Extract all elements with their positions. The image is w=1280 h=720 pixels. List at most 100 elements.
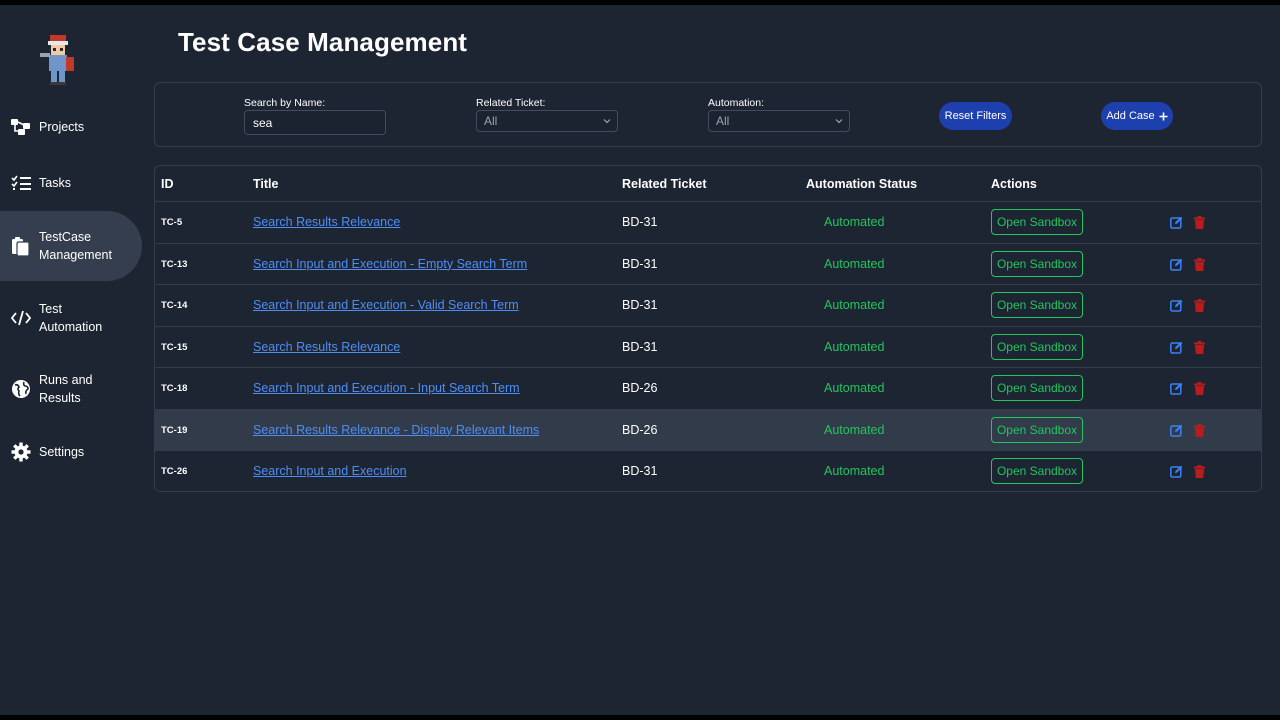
test-case-title-link[interactable]: Search Input and Execution - Valid Searc… <box>253 298 519 312</box>
automation-status: Automated <box>824 298 885 312</box>
column-header-related-ticket: Related Ticket <box>622 177 707 191</box>
code-icon <box>10 307 32 329</box>
add-case-button[interactable]: Add Case <box>1101 102 1173 130</box>
automation-label: Automation: <box>708 97 765 109</box>
open-sandbox-label: Open Sandbox <box>996 422 1078 437</box>
trash-icon[interactable] <box>1194 340 1205 354</box>
test-case-id: TC-18 <box>161 383 188 394</box>
test-case-id: TC-13 <box>161 258 188 270</box>
open-sandbox-label: Open Sandbox <box>996 339 1078 354</box>
test-case-id: TC-26 <box>161 466 188 477</box>
related-ticket: BD-31 <box>622 256 658 271</box>
trash-icon[interactable] <box>1194 382 1205 395</box>
table-row: TC-5 Search Results Relevance BD-31 Automat… <box>155 202 1261 244</box>
related-ticket-value: All <box>484 114 498 128</box>
table-row: TC-15 Search Results Relevance BD-31 Automa… <box>155 327 1261 368</box>
table-row: TC-14 Search Input and Execution - Valid … <box>155 285 1261 327</box>
test-case-title-link[interactable]: Search Results Relevance <box>253 340 400 354</box>
trash-icon[interactable] <box>1194 465 1205 478</box>
sidebar-item-tasks[interactable]: Tasks <box>0 170 142 196</box>
open-sandbox-label: Open Sandbox <box>996 256 1078 271</box>
sidebar-item-label: Settings <box>39 445 85 459</box>
table-header: ID Title Related Ticket Automation Statu… <box>155 166 1261 202</box>
trash-icon[interactable] <box>1194 423 1205 437</box>
edit-icon[interactable] <box>1170 424 1183 437</box>
related-ticket: BD-26 <box>622 381 658 395</box>
automation-status: Automated <box>824 422 885 437</box>
sidebar-item-label: Test Automation <box>39 302 103 334</box>
table-row: TC-19 Search Results Relevance - Display … <box>155 409 1261 451</box>
test-case-id: TC-15 <box>161 341 188 353</box>
sidebar-item-label: Projects <box>39 120 85 134</box>
open-sandbox-label: Open Sandbox <box>996 464 1078 478</box>
app-logo <box>36 31 80 87</box>
test-case-title-link[interactable]: Search Input and Execution <box>253 464 407 478</box>
open-sandbox-button[interactable]: Open Sandbox <box>991 250 1083 277</box>
open-sandbox-button[interactable]: Open Sandbox <box>991 416 1083 443</box>
edit-icon[interactable] <box>1170 465 1183 478</box>
page-title: Test Case Management <box>178 27 468 57</box>
test-case-title-link[interactable]: Search Results Relevance <box>253 215 400 229</box>
open-sandbox-button[interactable]: Open Sandbox <box>991 333 1083 360</box>
trash-icon[interactable] <box>1194 299 1205 312</box>
gear-icon <box>10 441 32 463</box>
column-header-id: ID <box>161 177 174 191</box>
chevron-down-icon <box>603 119 611 124</box>
open-sandbox-label: Open Sandbox <box>996 215 1078 229</box>
open-sandbox-button[interactable]: Open Sandbox <box>991 209 1083 235</box>
automation-select[interactable]: All <box>708 110 850 132</box>
sidebar-item-label: Tasks <box>39 176 71 190</box>
related-ticket: BD-31 <box>622 215 658 229</box>
automation-value: All <box>716 114 730 128</box>
reset-filters-button[interactable]: Reset Filters <box>939 102 1012 130</box>
chevron-down-icon <box>835 119 843 124</box>
tasks-icon <box>10 172 32 194</box>
sidebar-item-label: TestCase Management <box>39 230 112 262</box>
column-header-title: Title <box>253 177 279 191</box>
test-case-id: TC-19 <box>161 424 188 436</box>
sidebar-item-test-automation[interactable]: Test Automation <box>0 300 142 336</box>
test-case-title-link[interactable]: Search Input and Execution - Input Searc… <box>253 381 520 395</box>
sidebar-item-runs-and-results[interactable]: Runs and Results <box>0 371 142 407</box>
reset-filters-label: Reset Filters <box>944 110 1007 122</box>
test-case-table: ID Title Related Ticket Automation Statu… <box>154 165 1262 492</box>
automation-status: Automated <box>824 339 885 354</box>
edit-icon[interactable] <box>1170 382 1183 395</box>
related-ticket: BD-31 <box>622 339 658 354</box>
related-ticket: BD-31 <box>622 464 658 478</box>
automation-status: Automated <box>824 381 885 395</box>
edit-icon[interactable] <box>1170 258 1183 271</box>
edit-icon[interactable] <box>1170 299 1183 312</box>
add-case-label: Add Case <box>1106 110 1155 122</box>
projects-icon <box>10 116 32 138</box>
open-sandbox-button[interactable]: Open Sandbox <box>991 458 1083 484</box>
trash-icon[interactable] <box>1194 257 1205 271</box>
table-row: TC-26 Search Input and Execution BD-31 Auto… <box>155 451 1261 491</box>
search-input[interactable] <box>244 110 386 135</box>
test-case-id: TC-14 <box>161 300 188 311</box>
automation-status: Automated <box>824 215 885 229</box>
automation-status: Automated <box>824 256 885 271</box>
globe-icon <box>10 378 32 400</box>
automation-status: Automated <box>824 464 885 478</box>
open-sandbox-button[interactable]: Open Sandbox <box>991 375 1083 401</box>
app-screen: Projects Tasks TestCase Management Test … <box>0 5 1280 715</box>
related-ticket: BD-31 <box>622 298 658 312</box>
related-ticket-select[interactable]: All <box>476 110 618 132</box>
edit-icon[interactable] <box>1170 216 1183 229</box>
plus-icon <box>1159 112 1168 120</box>
test-case-title-link[interactable]: Search Results Relevance - Display Relev… <box>253 423 539 437</box>
sidebar-item-settings[interactable]: Settings <box>0 439 142 465</box>
edit-icon[interactable] <box>1170 341 1183 354</box>
sidebar-item-testcase-management[interactable]: TestCase Management <box>0 211 142 281</box>
table-row: TC-18 Search Input and Execution - Input … <box>155 368 1261 410</box>
table-row: TC-13 Search Input and Execution - Empty … <box>155 244 1261 285</box>
sidebar-item-projects[interactable]: Projects <box>0 114 142 140</box>
open-sandbox-button[interactable]: Open Sandbox <box>991 292 1083 318</box>
open-sandbox-label: Open Sandbox <box>996 298 1078 312</box>
open-sandbox-label: Open Sandbox <box>996 381 1078 395</box>
test-case-title-link[interactable]: Search Input and Execution - Empty Searc… <box>253 257 527 271</box>
trash-icon[interactable] <box>1194 216 1205 229</box>
filter-panel: Search by Name: Related Ticket: All Auto… <box>154 82 1262 147</box>
related-ticket: BD-26 <box>622 422 658 437</box>
